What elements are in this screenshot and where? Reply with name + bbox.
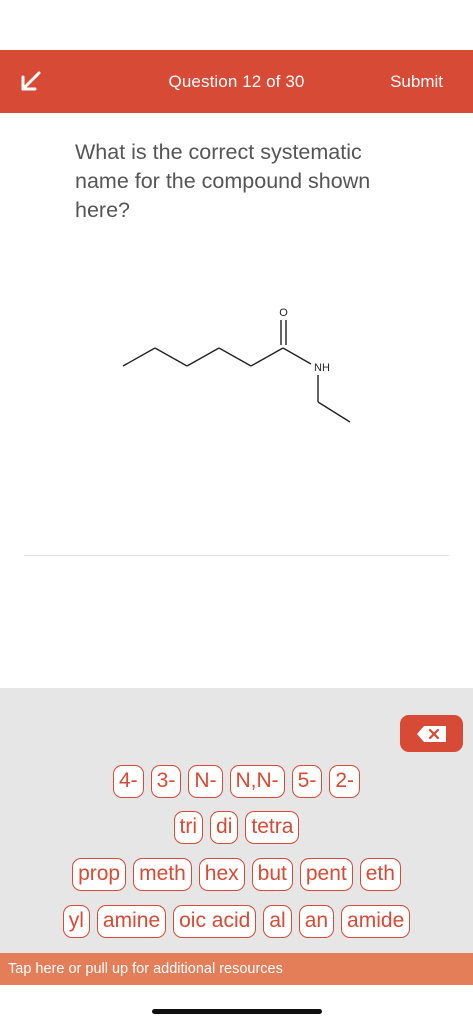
key-an[interactable]: an — [298, 905, 335, 938]
submit-button[interactable]: Submit — [390, 72, 443, 92]
question-text: What is the correct systematic name for … — [75, 140, 371, 222]
key-al[interactable]: al — [263, 905, 292, 938]
key-n-n[interactable]: N,N- — [229, 765, 285, 798]
key-row-suffixes: yl amine oic acid al an amide — [0, 905, 473, 938]
key-row-locants: 4- 3- N- N,N- 5- 2- — [0, 765, 473, 798]
key-amide[interactable]: amide — [341, 905, 411, 938]
key-5[interactable]: 5- — [291, 765, 323, 798]
key-tetra[interactable]: tetra — [245, 811, 300, 844]
key-tri[interactable]: tri — [173, 811, 204, 844]
key-but[interactable]: but — [251, 858, 293, 891]
key-di[interactable]: di — [210, 811, 239, 844]
key-oic-acid[interactable]: oic acid — [173, 905, 257, 938]
answer-keyboard: 4- 3- N- N,N- 5- 2- tri di tetra prop me… — [0, 688, 473, 953]
header-bar: Question 12 of 30 Submit — [0, 50, 473, 113]
key-2[interactable]: 2- — [329, 765, 361, 798]
oxygen-label: O — [279, 307, 288, 319]
key-pent[interactable]: pent — [299, 858, 353, 891]
key-hex[interactable]: hex — [198, 858, 245, 891]
nitrogen-label: NH — [314, 362, 330, 374]
key-eth[interactable]: eth — [359, 858, 401, 891]
key-n[interactable]: N- — [188, 765, 223, 798]
key-row-roots: prop meth hex but pent eth — [0, 858, 473, 891]
additional-resources-bar[interactable]: Tap here or pull up for additional resou… — [0, 953, 473, 985]
key-3[interactable]: 3- — [150, 765, 182, 798]
key-4[interactable]: 4- — [112, 765, 144, 798]
key-meth[interactable]: meth — [133, 858, 192, 891]
molecule-structure: O NH — [122, 307, 351, 423]
home-indicator — [152, 1009, 322, 1014]
key-yl[interactable]: yl — [62, 905, 90, 938]
key-amine[interactable]: amine — [96, 905, 167, 938]
key-row-multipliers: tri di tetra — [0, 811, 473, 844]
key-prop[interactable]: prop — [72, 858, 127, 891]
divider — [24, 555, 449, 556]
backspace-button[interactable] — [400, 715, 463, 752]
backspace-icon — [416, 725, 446, 742]
